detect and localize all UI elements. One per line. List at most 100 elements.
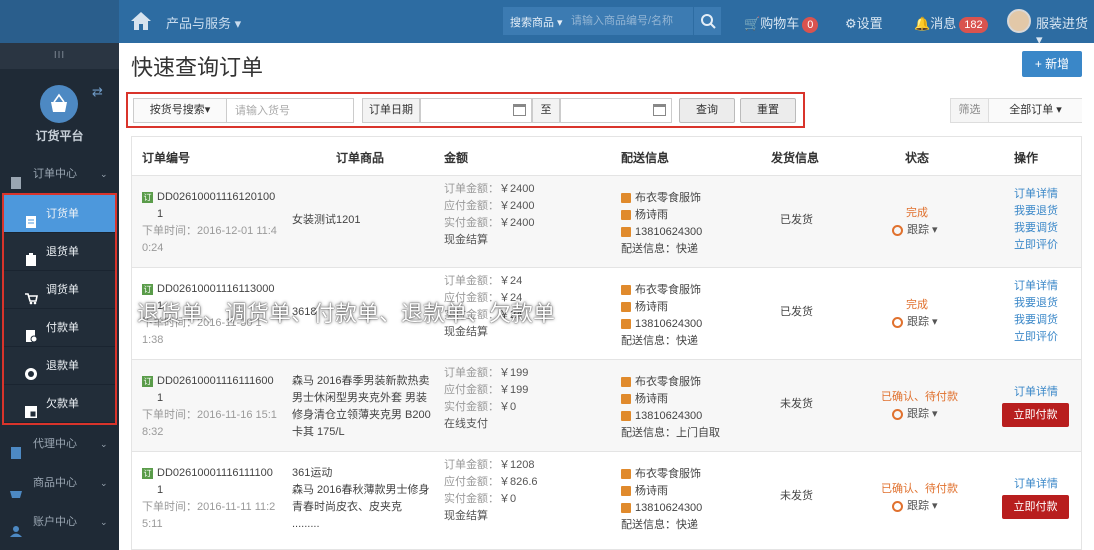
clock-icon	[892, 316, 903, 328]
sidebar-section-account-center[interactable]: 账户中心 ⌄	[0, 503, 119, 541]
document-icon	[24, 207, 38, 228]
pay-now-button[interactable]: 立即付款	[1002, 495, 1069, 519]
swap-icon[interactable]: ⇄	[92, 84, 103, 100]
sidebar-section-agent-center[interactable]: 代理中心 ⌄	[0, 425, 119, 463]
track-dropdown[interactable]: 跟踪 ▾	[892, 314, 938, 331]
search-input[interactable]	[571, 11, 691, 31]
header-delivery: 配送信息	[621, 151, 670, 165]
avatar[interactable]	[1007, 9, 1031, 33]
cart-arrow-icon	[24, 283, 38, 305]
amount-cell: 订单金额：￥2400 应付金额：￥2400 实付金额：￥2400 现金结算	[444, 183, 535, 246]
transfer-link[interactable]: 我要调货	[1014, 220, 1058, 237]
home-icon[interactable]	[130, 10, 152, 32]
sidebar-item-payment[interactable]: 付款单	[4, 309, 115, 347]
calendar-icon[interactable]	[513, 104, 526, 116]
header-amount: 金额	[444, 151, 469, 165]
ship-status-cell: 未发货	[780, 398, 813, 410]
goods-cell: 女装测试1201	[292, 214, 361, 226]
actions-cell: 订单详情 我要退货 我要调货 立即评价	[1014, 278, 1058, 346]
settings-link[interactable]: ⚙设置	[845, 13, 883, 32]
pay-now-button[interactable]: 立即付款	[1002, 403, 1069, 427]
person-icon	[621, 486, 631, 497]
annotation-caption: 退货单、调货单、付款单、退款单、欠款单	[137, 301, 556, 326]
sidebar-title: 订货平台	[35, 129, 84, 143]
order-filter: 筛选 全部订单 ▾	[950, 98, 1082, 123]
store-icon	[621, 285, 631, 296]
track-dropdown[interactable]: 跟踪 ▾	[881, 498, 958, 515]
delivery-cell: 布衣零食服饰 杨诗雨 13810624300 配送信息：快递	[621, 284, 703, 347]
review-link[interactable]: 立即评价	[1014, 329, 1058, 346]
sidebar-section-product-center[interactable]: 商品中心 ⌄	[0, 464, 119, 502]
transfer-link[interactable]: 我要调货	[1014, 312, 1058, 329]
item-number-input[interactable]	[226, 98, 354, 123]
logo-area	[0, 0, 119, 43]
chevron-down-icon: ⌄	[100, 517, 108, 527]
delivery-cell: 布衣零食服饰 杨诗雨 13810624300 配送信息：快递	[621, 192, 703, 255]
search-type-dropdown[interactable]: 搜索商品 ▾	[510, 14, 563, 30]
sidebar-item-transfer[interactable]: 调货单	[4, 271, 115, 309]
messages-link[interactable]: 🔔消息 182	[914, 13, 988, 33]
sidebar-item-refund[interactable]: 退款单	[4, 347, 115, 385]
gear-icon: ⚙	[845, 16, 857, 31]
store-icon	[621, 193, 631, 204]
header-goods: 订单商品	[336, 151, 385, 165]
delivery-cell: 布衣零食服饰 杨诗雨 13810624300 配送信息：上门自取	[621, 376, 720, 439]
table-row: 订 DD02610001116111100 1 下单时间：2016-11-11 1…	[132, 451, 1081, 550]
nav-products-services[interactable]: 产品与服务 ▾	[166, 13, 241, 32]
sidebar-item-order[interactable]: 订货单	[4, 195, 115, 233]
order-details-link[interactable]: 订单详情	[1002, 384, 1069, 401]
order-details-link[interactable]: 订单详情	[1014, 186, 1058, 203]
status-cell: 已确认、待付款 跟踪 ▾	[881, 481, 958, 515]
order-details-link[interactable]: 订单详情	[1014, 278, 1058, 295]
top-navbar: 产品与服务 ▾ 搜索商品 ▾ 🛒购物车0 ⚙设置 🔔消息182 服装进货 ▾	[0, 0, 1094, 47]
search-button[interactable]	[693, 7, 721, 35]
actions-cell: 订单详情 立即付款	[1002, 476, 1069, 519]
query-button[interactable]: 查询	[679, 98, 735, 123]
sidebar-section-order-center[interactable]: 订单中心 ⌄	[0, 155, 119, 193]
sidebar-toggle-handle[interactable]: III	[0, 43, 119, 69]
search-icon	[701, 14, 716, 29]
status-cell: 已确认、待付款 跟踪 ▾	[881, 389, 958, 423]
end-date-input[interactable]	[560, 98, 672, 123]
clock-icon	[892, 408, 903, 420]
header-actions: 操作	[1014, 151, 1039, 165]
start-date-input[interactable]	[420, 98, 532, 123]
review-link[interactable]: 立即评价	[1014, 237, 1058, 254]
user-icon	[10, 515, 22, 537]
track-dropdown[interactable]: 跟踪 ▾	[892, 222, 938, 239]
status-cell: 完成 跟踪 ▾	[892, 297, 938, 331]
store-icon	[621, 377, 631, 388]
header-status: 状态	[905, 151, 930, 165]
user-menu[interactable]: 服装进货 ▾	[1036, 13, 1094, 48]
header-ship-info: 发货信息	[771, 151, 820, 165]
filter-label: 筛选	[951, 99, 989, 122]
order-tag-icon: 订	[142, 283, 153, 295]
track-dropdown[interactable]: 跟踪 ▾	[881, 406, 958, 423]
order-number-cell: 订 DD02610001116111600 1 下单时间：2016-11-16 1…	[142, 375, 277, 438]
ship-status-cell: 已发货	[780, 306, 813, 318]
actions-cell: 订单详情 我要退货 我要调货 立即评价	[1014, 186, 1058, 254]
all-orders-dropdown[interactable]: 全部订单 ▾	[989, 99, 1082, 122]
page-title: 快速查询订单	[131, 55, 264, 80]
header-order-no: 订单编号	[142, 151, 191, 165]
sidebar-item-debt[interactable]: 欠款单	[4, 385, 115, 423]
status-cell: 完成 跟踪 ▾	[892, 205, 938, 239]
return-link[interactable]: 我要退货	[1014, 203, 1058, 220]
agent-icon	[10, 437, 22, 459]
return-link[interactable]: 我要退货	[1014, 295, 1058, 312]
reset-button[interactable]: 重置	[740, 98, 796, 123]
delivery-cell: 布衣零食服饰 杨诗雨 13810624300 配送信息：快递	[621, 468, 703, 531]
calendar-icon[interactable]	[653, 104, 666, 116]
cart-link[interactable]: 🛒购物车 0	[744, 13, 819, 33]
chevron-down-icon: ⌄	[100, 169, 108, 179]
search-by-dropdown[interactable]: 按货号搜索▾	[133, 98, 227, 123]
add-new-button[interactable]: + 新增	[1022, 51, 1082, 77]
coin-icon	[24, 359, 38, 380]
amount-cell: 订单金额：￥199 应付金额：￥199 实付金额：￥0 在线支付	[444, 367, 529, 430]
table-row: 订 DD02610001116111600 1 下单时间：2016-11-16 1…	[132, 359, 1081, 451]
sidebar-item-return[interactable]: 退货单	[4, 233, 115, 271]
person-icon	[621, 302, 631, 313]
orders-table: 订单编号 订单商品 金额 配送信息 发货信息 状态 操作 订 DD02610001…	[131, 136, 1082, 550]
order-tag-icon: 订	[142, 467, 153, 479]
order-details-link[interactable]: 订单详情	[1002, 476, 1069, 493]
